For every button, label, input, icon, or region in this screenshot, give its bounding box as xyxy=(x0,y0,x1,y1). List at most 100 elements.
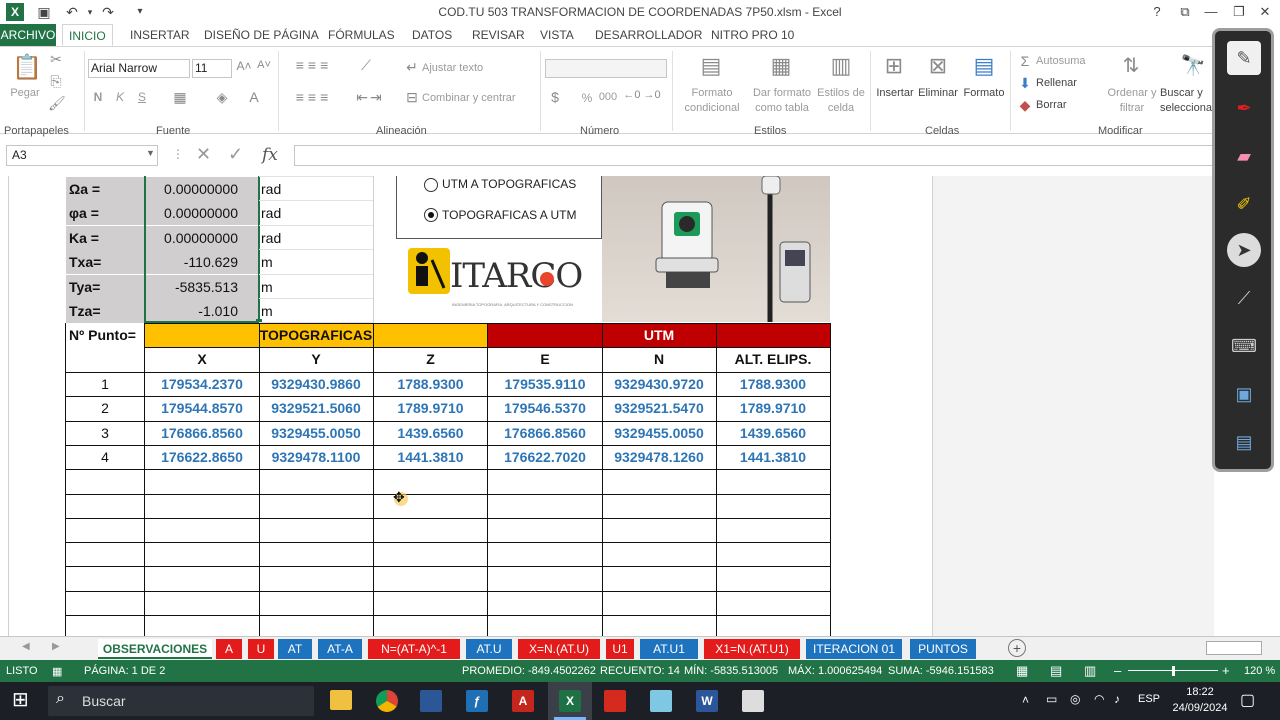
sort-label-1[interactable]: Ordenar y xyxy=(1104,87,1160,99)
table-format-label-1[interactable]: Dar formato xyxy=(744,87,820,99)
table-cell[interactable]: 9329430.9860 xyxy=(259,372,373,396)
table-cell[interactable]: 9329521.5470 xyxy=(602,396,716,420)
tab-archivo[interactable]: ARCHIVO xyxy=(0,24,56,46)
taskbar-search-box[interactable]: ⌕ Buscar xyxy=(48,686,314,716)
format-label[interactable]: Formato xyxy=(960,87,1008,99)
sort-filter-icon[interactable]: ⇅ xyxy=(1116,53,1146,78)
radio-topo-a-utm[interactable] xyxy=(424,208,438,222)
file-explorer-icon[interactable] xyxy=(330,690,352,710)
merge-center-icon[interactable]: ⊟ xyxy=(404,89,420,106)
fill-label[interactable]: Rellenar xyxy=(1036,77,1077,89)
sheet-tab[interactable]: AT xyxy=(278,639,312,659)
macro-record-icon[interactable]: ▦ xyxy=(52,665,62,678)
table-cell[interactable]: 9329455.0050 xyxy=(259,421,373,445)
language-indicator[interactable]: ESP xyxy=(1138,693,1160,705)
sheet-tab[interactable]: X=N.(AT.U) xyxy=(518,639,600,659)
table-cell[interactable]: 176622.8650 xyxy=(145,445,259,469)
delete-cells-icon[interactable]: ⊠ xyxy=(924,53,952,79)
number-format-select[interactable] xyxy=(545,59,667,78)
table-cell[interactable]: 179544.8570 xyxy=(145,396,259,420)
thousands-button[interactable]: 000 xyxy=(596,91,620,103)
table-cell[interactable]: 1789.9710 xyxy=(373,396,488,420)
volume-icon[interactable]: ♪ xyxy=(1114,692,1120,706)
cond-format-label-1[interactable]: Formato xyxy=(674,87,750,99)
cancel-icon[interactable]: ✕ xyxy=(196,144,211,165)
autosum-icon[interactable]: Σ xyxy=(1018,53,1032,69)
radio-utm-a-topo[interactable] xyxy=(424,178,438,192)
merge-center-label[interactable]: Combinar y centrar xyxy=(422,92,516,104)
sheet-tab[interactable]: AT-A xyxy=(318,639,362,659)
table-cell[interactable]: 176622.7020 xyxy=(488,445,602,469)
table-format-icon[interactable]: ▦ xyxy=(766,53,796,79)
sheet-tab[interactable]: AT.U xyxy=(466,639,512,659)
cond-format-label-2[interactable]: condicional xyxy=(674,102,750,114)
zoom-slider-thumb[interactable] xyxy=(1172,666,1175,676)
borders-icon[interactable]: ▦ xyxy=(170,89,190,106)
whiteboard-icon[interactable]: ▤ xyxy=(1227,425,1261,459)
percent-button[interactable]: % xyxy=(578,91,596,105)
pointer-icon[interactable]: ➤ xyxy=(1227,233,1261,267)
sheet-tab[interactable]: PUNTOS xyxy=(910,639,976,659)
enter-icon[interactable]: ✓ xyxy=(228,144,243,165)
highlighter-icon[interactable]: ✐ xyxy=(1227,187,1261,221)
horizontal-align-icons[interactable]: ≡≡≡ xyxy=(284,89,344,105)
ribbon-display-icon[interactable]: ⧉ xyxy=(1172,2,1198,22)
fill-icon[interactable]: ⬇ xyxy=(1018,75,1032,92)
sheet-tab[interactable]: X1=N.(AT.U1) xyxy=(704,639,800,659)
point-number[interactable]: 1 xyxy=(66,372,144,396)
clear-label[interactable]: Borrar xyxy=(1036,99,1067,111)
table-cell[interactable]: 1439.6560 xyxy=(373,421,488,445)
app-icon-1[interactable] xyxy=(420,690,442,712)
app-icon-3[interactable] xyxy=(650,690,672,712)
screen-capture-icon[interactable]: ▣ xyxy=(1227,377,1261,411)
page-layout-icon[interactable]: ▤ xyxy=(1050,663,1062,679)
pen-tool-icon[interactable]: ✎ xyxy=(1227,41,1261,75)
clock-time[interactable]: 18:22 xyxy=(1170,686,1230,698)
sheet-tab[interactable]: ITERACION 01 xyxy=(806,639,902,659)
formula-input[interactable] xyxy=(294,145,1214,166)
conditional-format-icon[interactable]: ▤ xyxy=(696,53,726,79)
table-cell[interactable]: 9329478.1260 xyxy=(602,445,716,469)
tab-scroll-left-icon[interactable]: ◀ xyxy=(22,641,30,652)
tab-nitro-pro[interactable]: NITRO PRO 10 xyxy=(705,24,800,46)
tray-chevron-icon[interactable]: ˄ xyxy=(1022,693,1029,707)
tab-diseno-pagina[interactable]: DISEÑO DE PÁGINA xyxy=(198,24,325,46)
sheet-tab[interactable]: AT.U1 xyxy=(640,639,698,659)
worksheet[interactable]: Ωa = 0.00000000 rad φa = 0.00000000 rad Ka = 0.… xyxy=(0,176,1214,636)
vertical-align-icons[interactable]: ≡≡≡ xyxy=(284,57,344,73)
sheet-tab[interactable]: OBSERVACIONES xyxy=(98,639,212,659)
eraser-icon[interactable]: ▰ xyxy=(1227,139,1261,173)
delete-label[interactable]: Eliminar xyxy=(914,87,962,99)
find-select-icon[interactable]: 🔭 xyxy=(1178,53,1208,78)
word-icon[interactable]: W xyxy=(696,690,718,712)
help-button[interactable]: ? xyxy=(1144,2,1170,22)
table-cell[interactable]: 1788.9300 xyxy=(373,372,488,396)
decimal-icons[interactable]: ←0 →0 xyxy=(622,89,662,101)
table-cell[interactable]: 176866.8560 xyxy=(145,421,259,445)
table-cell[interactable]: 1788.9300 xyxy=(716,372,830,396)
table-cell[interactable]: 9329430.9720 xyxy=(602,372,716,396)
table-format-label-2[interactable]: como tabla xyxy=(744,102,820,114)
insert-cells-icon[interactable]: ⊞ xyxy=(880,53,908,79)
minimize-icon[interactable]: — xyxy=(1198,2,1224,22)
indent-icons[interactable]: ⇤⇥ xyxy=(350,89,390,106)
orientation-icon[interactable]: ⟋ xyxy=(354,57,378,74)
battery-icon[interactable]: ▭ xyxy=(1046,692,1057,706)
wifi-icon[interactable]: ◠ xyxy=(1094,692,1104,706)
autocad-icon[interactable]: A xyxy=(512,690,534,712)
table-cell[interactable]: 179534.2370 xyxy=(145,372,259,396)
chrome-icon[interactable] xyxy=(376,690,398,712)
sheet-tab[interactable]: A xyxy=(216,639,242,659)
name-box[interactable]: A3 xyxy=(6,145,158,166)
tab-formulas[interactable]: FÓRMULAS xyxy=(322,24,401,46)
format-painter-icon[interactable]: 🖌 xyxy=(48,95,66,112)
font-color-icon[interactable]: A xyxy=(244,89,264,105)
point-number[interactable]: 2 xyxy=(66,396,144,420)
copy-icon[interactable]: ⎘ xyxy=(48,73,64,90)
keyboard-icon[interactable]: ⌨ xyxy=(1227,329,1261,363)
tab-inicio[interactable]: INICIO xyxy=(62,24,113,46)
app-icon-2[interactable]: ƒ xyxy=(466,690,488,712)
cell-styles-label-2[interactable]: celda xyxy=(812,102,870,114)
format-cells-icon[interactable]: ▤ xyxy=(970,53,998,79)
font-name-select[interactable]: Arial Narrow xyxy=(88,59,190,78)
